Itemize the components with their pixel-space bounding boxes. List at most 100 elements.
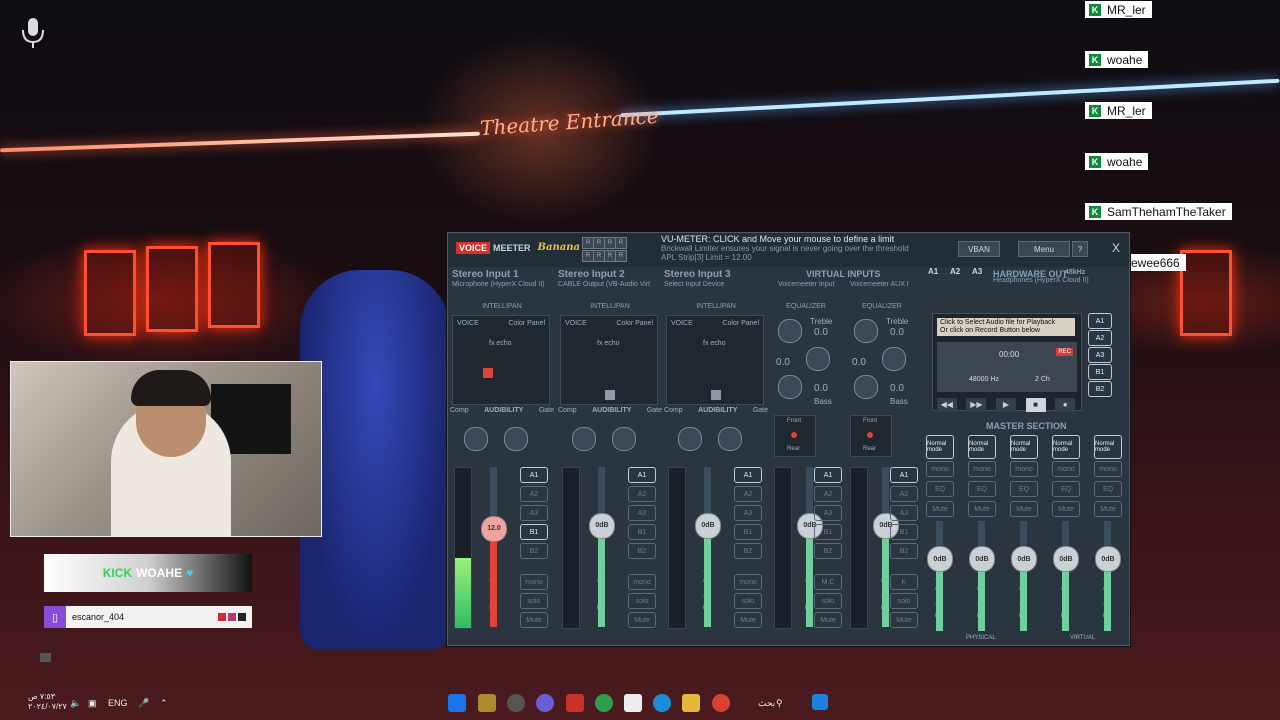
normal-mode-button[interactable]: Normal mode <box>1010 435 1038 459</box>
rewind-icon[interactable]: ◀◀ <box>936 398 957 412</box>
bus-button-b2[interactable]: B2 <box>814 543 842 559</box>
normal-mode-button[interactable]: Normal mode <box>1052 435 1080 459</box>
play-icon[interactable]: ▶ <box>995 398 1016 412</box>
gate-knob[interactable] <box>718 427 742 451</box>
search-icon[interactable]: ⚲ <box>776 698 783 709</box>
bus-button-b2[interactable]: B2 <box>628 543 656 559</box>
player-bus-b1[interactable]: B1 <box>1088 364 1112 380</box>
color-panel-label[interactable]: Color Panel <box>508 320 545 327</box>
record-buttons[interactable]: RRRRRRRR <box>582 237 627 262</box>
comp-knob[interactable] <box>572 427 596 451</box>
r-button[interactable]: R <box>615 250 627 262</box>
language-indicator[interactable]: ENG <box>108 698 128 708</box>
vu-meter[interactable] <box>562 467 580 629</box>
player-bus-a3[interactable]: A3 <box>1088 347 1112 363</box>
master-fader-knob[interactable]: 0dB <box>1095 546 1121 573</box>
bus-button-b1[interactable]: B1 <box>814 524 842 540</box>
color-panel-label[interactable]: Color Panel <box>722 320 759 327</box>
stop-icon[interactable]: ■ <box>1025 398 1046 412</box>
folder-icon[interactable] <box>682 694 700 712</box>
eq-button[interactable]: EQ <box>968 481 996 497</box>
intellipan-panel[interactable]: VOICE Color Panel fx echo <box>560 315 658 405</box>
solo-button[interactable]: solo <box>628 593 656 609</box>
close-button[interactable]: X <box>1109 241 1123 255</box>
mono-button[interactable]: mono <box>1010 461 1038 477</box>
vu-meter[interactable] <box>454 467 472 629</box>
normal-mode-button[interactable]: Normal mode <box>1094 435 1122 459</box>
mono-button[interactable]: mono <box>1052 461 1080 477</box>
bus-button-b1[interactable]: B1 <box>520 524 548 540</box>
mono-button[interactable]: mono <box>628 574 656 590</box>
vban-button[interactable]: VBAN <box>958 241 1000 257</box>
bus-button-a1[interactable]: A1 <box>628 467 656 483</box>
gate-knob[interactable] <box>612 427 636 451</box>
eq-button[interactable]: EQ <box>1052 481 1080 497</box>
clock-time[interactable]: ٧:٥٣ ص <box>28 692 55 701</box>
mono-button[interactable]: mono <box>926 461 954 477</box>
pan-dot[interactable] <box>791 432 797 438</box>
bus-button-a1[interactable]: A1 <box>520 467 548 483</box>
voicemeeter-titlebar[interactable]: VOICE MEETER Banana RRRRRRRR VU-METER: C… <box>448 233 1129 267</box>
eq-button[interactable]: EQ <box>1094 481 1122 497</box>
bass-knob[interactable] <box>854 375 878 399</box>
bus-button-b2[interactable]: B2 <box>890 543 918 559</box>
mic-tray-icon[interactable]: 🎤 <box>138 698 149 709</box>
network-icon[interactable]: ▣ <box>88 698 97 709</box>
bus-button-b1[interactable]: B1 <box>734 524 762 540</box>
mono-button[interactable]: mono <box>1094 461 1122 477</box>
bus-button-a2[interactable]: A2 <box>890 486 918 502</box>
record-icon[interactable]: ● <box>1055 398 1076 412</box>
solo-button[interactable]: solo <box>890 593 918 609</box>
speaker-icon[interactable]: 🔈 <box>70 698 81 709</box>
windows-start-icon[interactable] <box>812 694 828 710</box>
mono-button[interactable]: M.C <box>814 574 842 590</box>
bus-button-a3[interactable]: A3 <box>734 505 762 521</box>
input-device[interactable]: Select Input Device <box>664 281 724 288</box>
fader-knob[interactable]: 0dB <box>695 512 721 539</box>
treble-knob[interactable] <box>778 319 802 343</box>
mute-button[interactable]: Mute <box>968 501 996 517</box>
vu-meter[interactable] <box>850 467 868 629</box>
mute-button[interactable]: Mute <box>1052 501 1080 517</box>
bus-button-a2[interactable]: A2 <box>734 486 762 502</box>
pan-cursor[interactable] <box>605 390 615 400</box>
fast-forward-icon[interactable]: ▶▶ <box>966 398 987 412</box>
mute-button[interactable]: Mute <box>1094 501 1122 517</box>
input-device[interactable]: Microphone (HyperX Cloud II) <box>452 281 545 288</box>
mono-button[interactable]: mono <box>968 461 996 477</box>
bus-a2[interactable]: A2 <box>950 267 960 276</box>
bus-button-a2[interactable]: A2 <box>520 486 548 502</box>
gate-knob[interactable] <box>504 427 528 451</box>
app-icon[interactable] <box>478 694 496 712</box>
help-button[interactable]: ? <box>1072 241 1088 257</box>
mid-knob[interactable] <box>806 347 830 371</box>
normal-mode-button[interactable]: Normal mode <box>968 435 996 459</box>
comp-knob[interactable] <box>464 427 488 451</box>
app-icon[interactable] <box>448 694 466 712</box>
mute-button[interactable]: Mute <box>734 612 762 628</box>
bus-button-a1[interactable]: A1 <box>890 467 918 483</box>
discord-icon[interactable] <box>536 694 554 712</box>
master-fader-knob[interactable]: 0dB <box>927 546 953 573</box>
bus-button-a3[interactable]: A3 <box>890 505 918 521</box>
bus-button-b1[interactable]: B1 <box>890 524 918 540</box>
bus-button-a1[interactable]: A1 <box>734 467 762 483</box>
bass-knob[interactable] <box>778 375 802 399</box>
color-panel-label[interactable]: Color Panel <box>616 320 653 327</box>
fader-knob[interactable]: 0dB <box>589 512 615 539</box>
mid-knob[interactable] <box>882 347 906 371</box>
mono-button[interactable]: mono <box>734 574 762 590</box>
clock-date[interactable]: ٢٠٢٤/٠٧/٢٧ <box>28 702 67 711</box>
surround-pad[interactable]: Front Rear <box>850 415 892 457</box>
chevron-up-icon[interactable]: ⌃ <box>160 698 168 709</box>
app-icon[interactable] <box>566 694 584 712</box>
bus-button-a1[interactable]: A1 <box>814 467 842 483</box>
normal-mode-button[interactable]: Normal mode <box>926 435 954 459</box>
bus-button-a3[interactable]: A3 <box>628 505 656 521</box>
player-prompt[interactable]: Click to Select Audio file for Playback … <box>937 318 1075 336</box>
bus-button-a3[interactable]: A3 <box>520 505 548 521</box>
treble-knob[interactable] <box>854 319 878 343</box>
mute-button[interactable]: Mute <box>890 612 918 628</box>
intellipan-panel[interactable]: VOICE Color Panel fx echo <box>452 315 550 405</box>
pan-cursor[interactable] <box>711 390 721 400</box>
